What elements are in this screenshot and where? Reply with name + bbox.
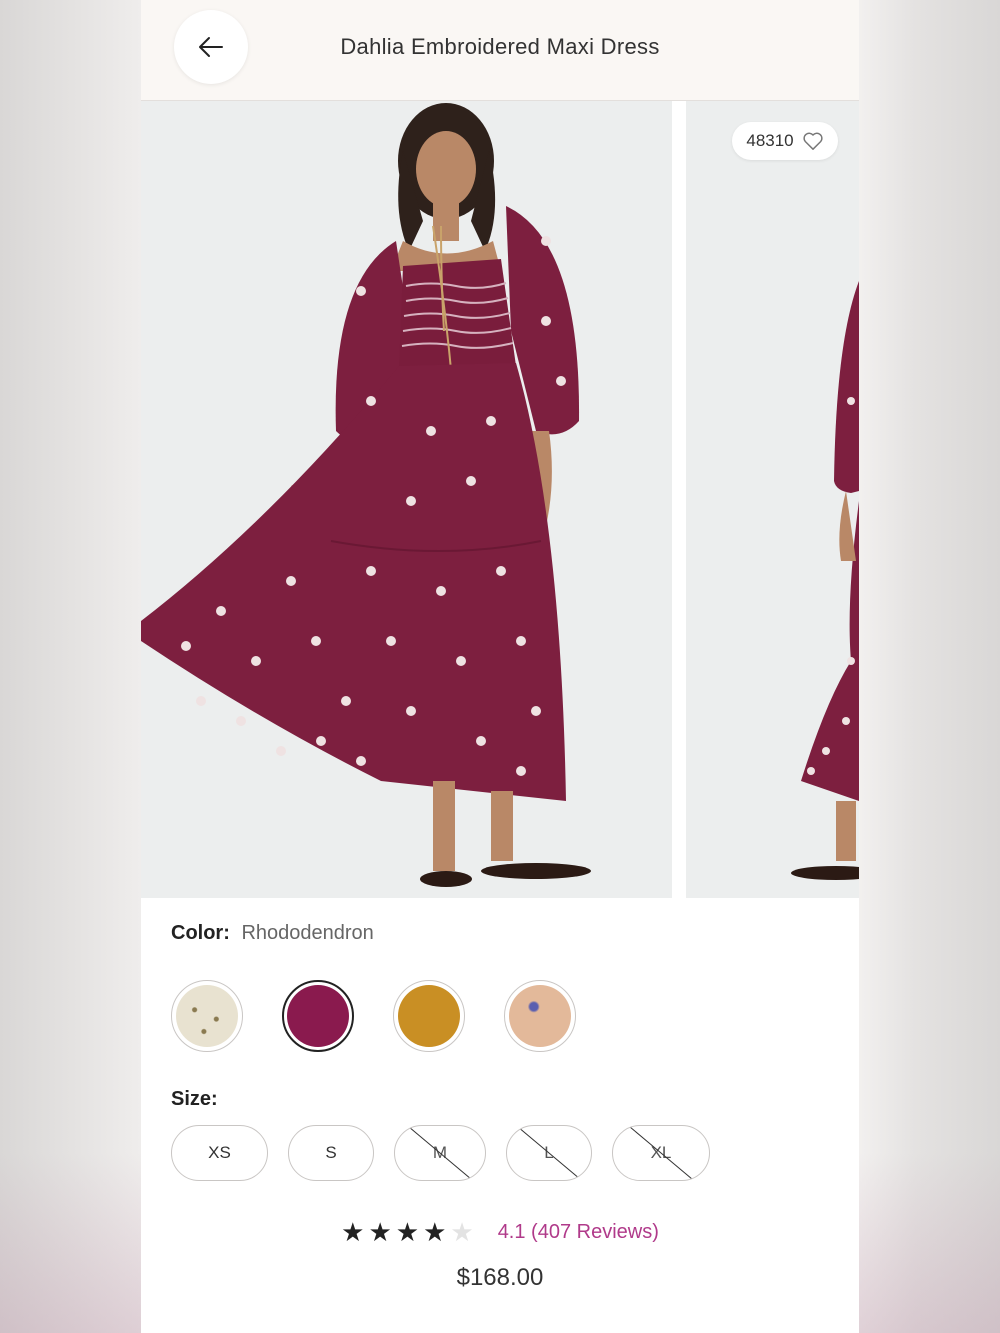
size-option-xl-unavailable[interactable]: XL	[612, 1125, 710, 1181]
rating-summary[interactable]: ★ ★ ★ ★ ★ 4.1 (407 Reviews)	[141, 1215, 859, 1249]
page-title: Dahlia Embroidered Maxi Dress	[340, 34, 660, 59]
color-swatch-rhododendron[interactable]	[282, 980, 354, 1052]
size-option-label: XS	[208, 1143, 231, 1162]
product-price: $168.00	[456, 1264, 544, 1291]
size-option-l-unavailable[interactable]: L	[506, 1125, 592, 1181]
color-swatch-cream-dot[interactable]	[171, 980, 243, 1052]
reviews-link[interactable]: 4.1 (407 Reviews)	[498, 1221, 659, 1244]
color-label: Color:	[171, 922, 230, 944]
top-bar: Dahlia Embroidered Maxi Dress	[141, 0, 859, 101]
color-swatch-peach-floral[interactable]	[504, 980, 576, 1052]
product-gallery[interactable]: 48310	[141, 101, 859, 898]
backdrop-right	[859, 0, 1000, 1333]
color-swatch-mustard[interactable]	[393, 980, 465, 1052]
size-option-m-unavailable[interactable]: M	[394, 1125, 486, 1181]
favorite-button[interactable]: 48310	[732, 122, 838, 160]
model-photo	[141, 101, 672, 898]
model-photo-2	[686, 101, 859, 898]
backdrop-left	[0, 0, 141, 1333]
swatch-fill	[398, 985, 460, 1047]
size-option-xs[interactable]: XS	[171, 1125, 268, 1181]
star-filled-icon: ★	[395, 1217, 420, 1247]
star-filled-icon: ★	[341, 1217, 365, 1247]
color-selector-label: Color: Rhododendron	[171, 922, 374, 945]
app-screen: Dahlia Embroidered Maxi Dress 48310 Colo…	[141, 0, 859, 1333]
unavailable-strike	[507, 1126, 591, 1180]
product-photo-main[interactable]	[141, 101, 672, 898]
size-option-label: S	[325, 1143, 337, 1162]
favorites-count: 48310	[746, 131, 794, 150]
swatch-fill	[509, 985, 571, 1047]
heart-outline-icon	[803, 132, 823, 150]
swatch-fill	[287, 985, 349, 1047]
star-filled-icon: ★	[423, 1217, 447, 1247]
unavailable-strike	[618, 1126, 704, 1180]
product-photo-next[interactable]	[686, 101, 859, 898]
size-label: Size:	[171, 1088, 218, 1110]
star-empty-icon: ★	[450, 1217, 474, 1247]
star-rating: ★ ★ ★ ★ ★	[341, 1219, 474, 1245]
unavailable-strike	[397, 1126, 483, 1180]
color-value: Rhododendron	[241, 922, 374, 944]
size-option-s[interactable]: S	[288, 1125, 374, 1181]
swatch-fill	[176, 985, 238, 1047]
star-filled-icon: ★	[368, 1217, 392, 1247]
